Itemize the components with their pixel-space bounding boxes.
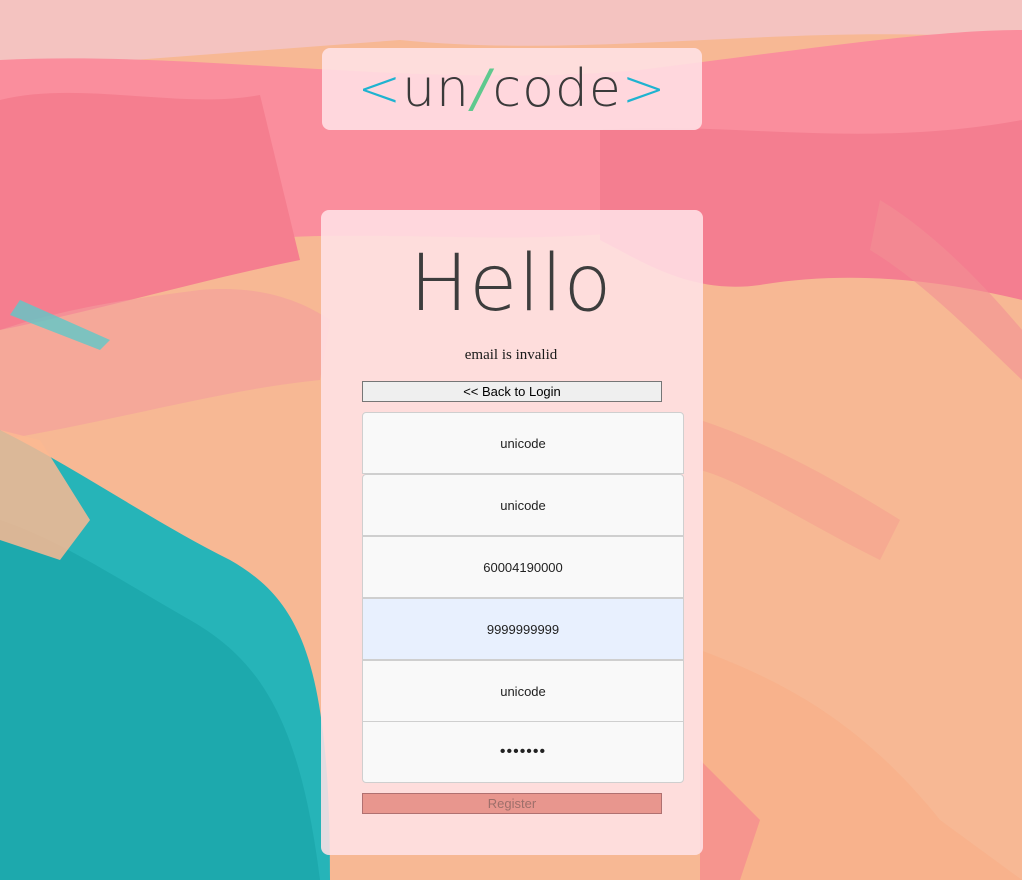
back-to-login-button[interactable]: << Back to Login [362,381,662,402]
text-field-3[interactable] [362,536,684,598]
logo-text-start: un [402,59,470,119]
text-field-2[interactable] [362,474,684,536]
text-field-4[interactable] [362,598,684,660]
page-title: Hello [409,239,613,329]
register-button[interactable]: Register [362,793,662,814]
logo-text-end: code [492,59,622,119]
logo-open-bracket: < [357,59,403,119]
logo-container: < un / code > [322,48,702,130]
error-message: email is invalid [464,347,558,363]
text-field-1[interactable] [362,412,684,474]
logo-close-bracket: > [621,59,667,119]
unicode-logo: < un / code > [357,63,666,115]
password-field[interactable] [362,721,684,783]
text-field-5[interactable] [362,660,684,722]
logo-slash: / [471,59,491,119]
